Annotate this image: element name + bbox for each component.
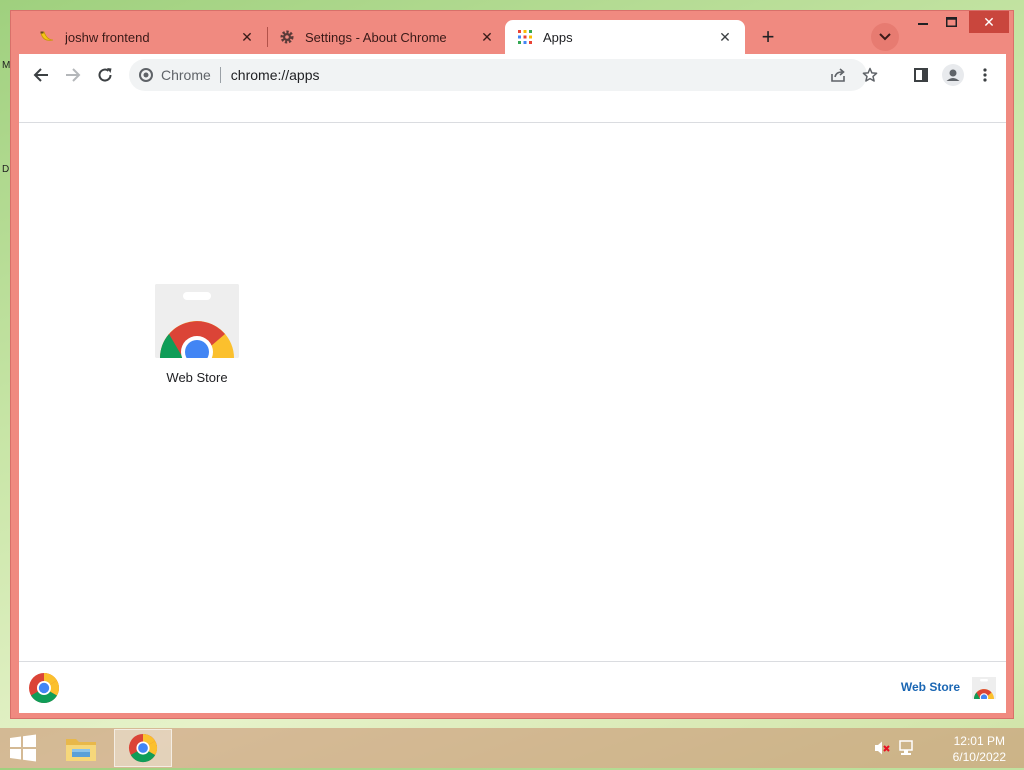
side-panel-button[interactable] [907, 61, 935, 89]
volume-muted-icon[interactable] [874, 740, 892, 756]
tab-search-button[interactable] [871, 23, 899, 51]
banana-icon [39, 29, 55, 45]
address-bar[interactable]: Chrome chrome://apps [129, 59, 878, 91]
chrome-logo-icon [28, 672, 60, 704]
web-store-icon [155, 284, 239, 358]
start-button[interactable] [8, 734, 40, 762]
clock-date: 6/10/2022 [952, 750, 1006, 764]
close-icon[interactable]: ✕ [717, 29, 733, 45]
app-label: Web Store [166, 370, 228, 385]
forward-button[interactable] [59, 61, 87, 89]
reload-icon [98, 68, 112, 82]
gear-icon [279, 29, 295, 45]
apps-grid-icon [517, 29, 533, 45]
bookmark-bar [19, 96, 1006, 123]
folder-icon [66, 739, 96, 761]
app-tile-web-store[interactable]: Web Store [137, 284, 257, 385]
tab-title: Settings - About Chrome [305, 29, 447, 45]
apps-footer: Web Store [19, 661, 1006, 713]
tab-title: joshw frontend [65, 29, 150, 45]
arrow-left-icon [33, 68, 48, 82]
profile-button[interactable] [939, 61, 967, 89]
bookmark-star-button[interactable] [857, 62, 883, 88]
toolbar: Chrome chrome://apps [19, 54, 1006, 96]
clock-time: 12:01 PM [953, 734, 1005, 748]
site-chip-label: Chrome [161, 67, 211, 83]
share-button[interactable] [825, 62, 851, 88]
star-icon [862, 67, 878, 82]
chrome-logo-icon [128, 733, 158, 763]
url-text[interactable]: chrome://apps [231, 67, 320, 83]
tab-joshw-frontend[interactable]: joshw frontend ✕ [27, 20, 267, 54]
taskbar: 12:01 PM 6/10/2022 [0, 728, 1024, 768]
close-icon[interactable]: ✕ [479, 29, 495, 45]
apps-page: Web Store [19, 123, 1006, 661]
system-clock[interactable]: 12:01 PM 6/10/2022 [953, 733, 1006, 765]
close-icon[interactable]: ✕ [239, 29, 255, 45]
more-vertical-icon [983, 68, 987, 82]
share-icon [831, 68, 845, 82]
chrome-window: joshw frontend ✕ Settings - About Chrome… [10, 10, 1014, 719]
web-store-link[interactable]: Web Store [901, 680, 960, 694]
back-button[interactable] [27, 61, 55, 89]
site-chip[interactable]: Chrome [139, 67, 221, 83]
tab-settings-about-chrome[interactable]: Settings - About Chrome ✕ [267, 20, 507, 54]
chrome-taskbar-button[interactable] [114, 729, 172, 767]
window-close-button[interactable]: ✕ [969, 11, 1009, 33]
title-bar: joshw frontend ✕ Settings - About Chrome… [11, 11, 1013, 54]
minimize-button[interactable] [911, 11, 935, 33]
chevron-down-icon [879, 33, 891, 41]
tab-title: Apps [543, 29, 573, 45]
web-store-icon[interactable] [972, 677, 996, 702]
tab-apps[interactable]: Apps ✕ [505, 20, 745, 54]
menu-button[interactable] [971, 61, 999, 89]
windows-logo-icon [10, 734, 36, 762]
side-panel-icon [914, 68, 928, 82]
network-icon[interactable] [898, 740, 916, 756]
maximize-button[interactable] [939, 11, 963, 33]
desktop-edge-letter-d: D [2, 164, 10, 175]
arrow-right-icon [66, 68, 81, 82]
chrome-logo-icon [139, 68, 153, 82]
new-tab-button[interactable]: + [756, 24, 780, 49]
file-explorer-button[interactable] [62, 731, 100, 765]
reload-button[interactable] [91, 61, 119, 89]
avatar-icon [942, 64, 964, 86]
